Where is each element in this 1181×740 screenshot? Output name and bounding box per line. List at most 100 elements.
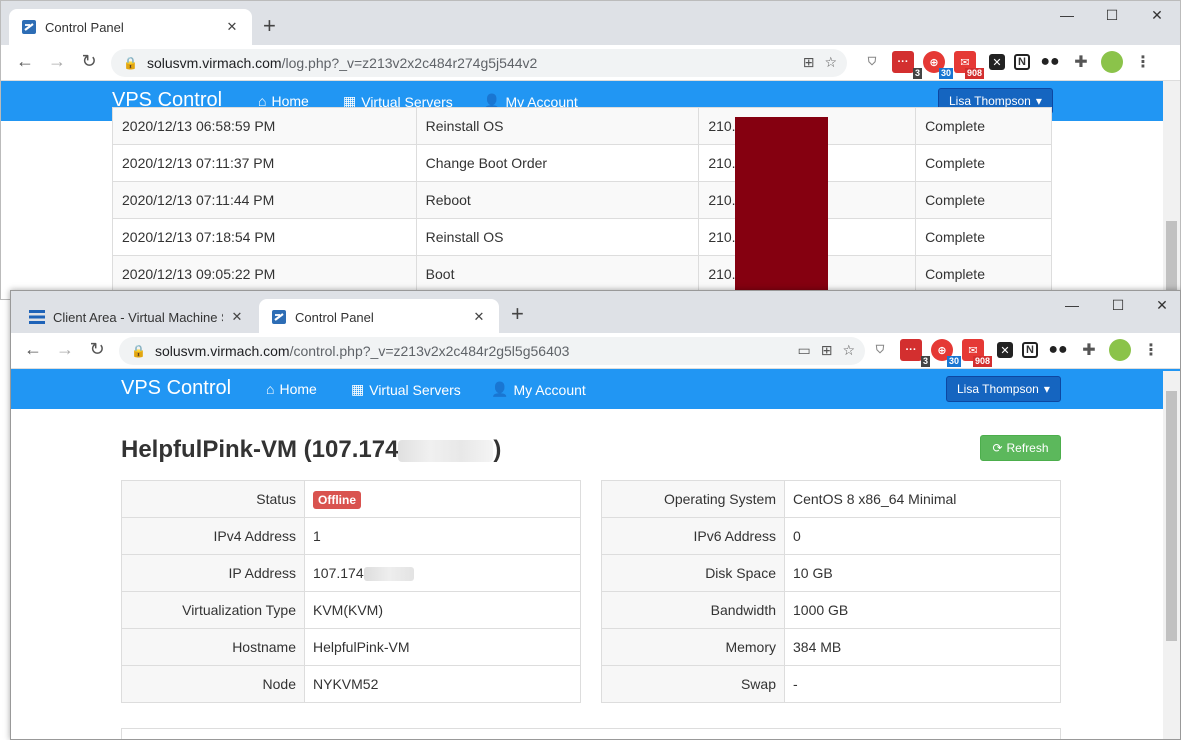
nav-my-account[interactable]: 👤 My Account [491, 381, 586, 398]
refresh-button[interactable]: ⟳ Refresh [980, 435, 1061, 461]
nav-servers-label: Virtual Servers [369, 381, 461, 398]
info-label: IPv6 Address [601, 517, 785, 555]
forward-arrow-icon[interactable]: → [45, 51, 69, 72]
close-window-button[interactable]: ✕ [1139, 297, 1180, 314]
bookmark-star-icon[interactable]: ☆ [824, 54, 837, 71]
ip-text: 107.174 [313, 564, 364, 581]
info-label: Swap [601, 665, 785, 703]
shield-icon[interactable]: ⛉ [869, 339, 891, 361]
url-path: /log.php?_v=z213v2x2c484r274g5j544v2 [281, 55, 538, 71]
adblock-icon[interactable]: ⊕ 30 [923, 51, 953, 79]
avatar[interactable] [1109, 339, 1131, 361]
scrollbar[interactable] [1163, 81, 1180, 299]
info-label: IP Address [121, 554, 305, 592]
info-value: 1000 GB [784, 591, 1061, 629]
back-arrow-icon[interactable]: ← [13, 51, 37, 72]
vm-title-suffix: ) [493, 436, 502, 463]
user-menu-button[interactable]: Lisa Thompson ▾ [946, 376, 1061, 402]
adblock-icon[interactable]: ⊕ 30 [931, 339, 961, 367]
nav-home-label: Home [279, 381, 317, 397]
notion-icon[interactable]: N [1022, 342, 1038, 358]
info-row: IPv4 Address 1 [121, 517, 581, 555]
info-value: KVM(KVM) [304, 591, 581, 629]
solusvm-favicon-icon [21, 19, 37, 35]
lastpass-icon[interactable]: ··· 3 [900, 339, 930, 367]
mail-icon[interactable]: ✉ 908 [954, 51, 984, 79]
close-tab-icon[interactable]: ✕ [224, 19, 240, 35]
scroll-thumb[interactable] [1166, 221, 1177, 299]
brand[interactable]: VPS Control [121, 377, 231, 400]
cast-icon[interactable]: ▭ [797, 342, 810, 359]
bookmark-star-icon[interactable]: ☆ [842, 342, 855, 359]
solusvm-favicon-icon [271, 309, 287, 325]
maximize-button[interactable]: ☐ [1089, 7, 1135, 24]
refresh-label: Refresh [1006, 441, 1049, 455]
vm-info-right: Operating System CentOS 8 x86_64 Minimal I… [601, 480, 1061, 703]
menu-dots-icon[interactable]: ⋮ [1140, 339, 1162, 361]
x-icon[interactable]: ✕ [989, 54, 1005, 70]
new-tab-button[interactable]: + [511, 301, 524, 327]
x-icon[interactable]: ✕ [997, 342, 1013, 358]
scroll-thumb[interactable] [1166, 391, 1177, 641]
puzzle-icon[interactable]: ✚ [1078, 339, 1100, 361]
lastpass-icon[interactable]: ··· 3 [892, 51, 922, 79]
info-row: Disk Space 10 GB [601, 554, 1061, 592]
info-label: Virtualization Type [121, 591, 305, 629]
forward-arrow-icon[interactable]: → [53, 339, 77, 360]
log-status-cell: Complete [915, 107, 1052, 145]
tab-control-panel[interactable]: Control Panel ✕ [259, 299, 499, 335]
menu-dots-icon[interactable]: ⋮ [1132, 51, 1154, 73]
info-row: Node NYKVM52 [121, 665, 581, 703]
info-row: IPv6 Address 0 [601, 517, 1061, 555]
redaction-block [735, 117, 828, 299]
minimize-button[interactable]: — [1049, 297, 1095, 313]
close-tab-icon[interactable]: ✕ [471, 309, 487, 325]
address-bar[interactable]: 🔒 solusvm.virmach.com/log.php?_v=z213v2x… [111, 49, 847, 77]
info-label: Bandwidth [601, 591, 785, 629]
minimize-button[interactable]: — [1044, 7, 1090, 23]
scrollbar[interactable] [1163, 371, 1180, 739]
new-tab-button[interactable]: + [263, 13, 276, 39]
close-window-button[interactable]: ✕ [1134, 7, 1180, 24]
log-action-cell: Reinstall OS [415, 218, 700, 256]
tab-title: Control Panel [295, 309, 374, 325]
log-row: 2020/12/13 07:11:37 PM Change Boot Order 2… [112, 144, 1052, 182]
mail-icon[interactable]: ✉ 908 [962, 339, 992, 367]
back-arrow-icon[interactable]: ← [21, 339, 45, 360]
lock-icon: 🔒 [131, 344, 146, 358]
shield-icon[interactable]: ⛉ [861, 51, 883, 73]
log-row: 2020/12/13 09:05:22 PM Boot 210. Complete [112, 255, 1052, 293]
reload-icon[interactable]: ↻ [77, 51, 101, 72]
log-action-cell: Boot [415, 255, 700, 293]
notion-icon[interactable]: N [1014, 54, 1030, 70]
glasses-icon[interactable]: ●● [1039, 51, 1061, 73]
log-action-cell: Change Boot Order [415, 144, 700, 182]
log-row: 2020/12/13 07:18:54 PM Reinstall OS 210. Co… [112, 218, 1052, 256]
nav-home[interactable]: ⌂ Home [266, 381, 317, 397]
tab-control-panel[interactable]: Control Panel ✕ [9, 9, 252, 45]
log-date-cell: 2020/12/13 07:18:54 PM [112, 218, 417, 256]
reload-icon[interactable]: ↻ [85, 339, 109, 360]
maximize-button[interactable]: ☐ [1095, 297, 1141, 314]
avatar[interactable] [1101, 51, 1123, 73]
info-label: Node [121, 665, 305, 703]
home-icon: ⌂ [266, 381, 275, 397]
log-date-cell: 2020/12/13 09:05:22 PM [112, 255, 417, 293]
translate-icon[interactable]: ⊞ [803, 54, 815, 71]
address-bar[interactable]: 🔒 solusvm.virmach.com/control.php?_v=z21… [119, 337, 865, 365]
log-row: 2020/12/13 06:58:59 PM Reinstall OS 210. Co… [112, 107, 1052, 145]
tab-client-area[interactable]: Client Area - Virtual Machine S ✕ [17, 299, 257, 335]
caret-down-icon: ▾ [1043, 382, 1050, 396]
info-label: Operating System [601, 480, 785, 518]
glasses-icon[interactable]: ●● [1047, 339, 1069, 361]
vm-title: HelpfulPink-VM (107.174) [121, 436, 501, 464]
info-row: Memory 384 MB [601, 628, 1061, 666]
info-label: Hostname [121, 628, 305, 666]
puzzle-icon[interactable]: ✚ [1070, 51, 1092, 73]
nav-virtual-servers[interactable]: ▦ Virtual Servers [351, 381, 461, 398]
translate-icon[interactable]: ⊞ [821, 342, 833, 359]
user-name: Lisa Thompson [957, 382, 1039, 396]
tab-strip: Control Panel ✕ + — ☐ ✕ [1, 1, 1180, 45]
ext-badge: 3 [920, 356, 930, 367]
close-tab-icon[interactable]: ✕ [229, 309, 245, 325]
